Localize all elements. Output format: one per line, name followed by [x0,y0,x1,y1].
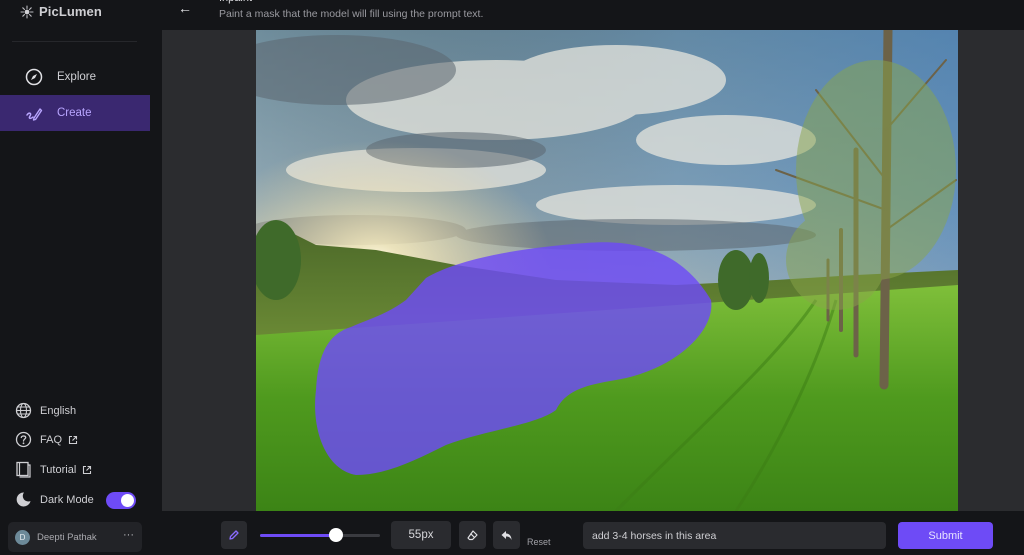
globe-icon [15,402,32,419]
canvas-panel [162,30,1024,511]
inpaint-toolbar: 55px Reset Submit [150,511,1024,555]
back-button[interactable]: ← [178,0,192,16]
user-account[interactable]: D Deepti Pathak ··· [8,522,142,552]
sidebar-divider [12,41,137,42]
sidebar: PicLumen Explore Create English FAQ Tuto… [0,0,150,555]
moon-icon [16,492,31,507]
user-name: Deepti Pathak [37,531,97,543]
language-selector[interactable]: English [15,402,76,419]
dark-mode-row: Dark Mode [15,491,94,508]
sidebar-item-create[interactable]: Create [0,95,150,131]
page-subtitle: Paint a mask that the model will fill us… [219,8,484,20]
undo-button[interactable] [493,521,520,549]
eraser-icon [467,529,478,540]
brand-logo[interactable]: PicLumen [20,4,102,19]
avatar: D [15,529,30,545]
logo-sunburst-icon [20,4,34,19]
sidebar-item-explore[interactable]: Explore [0,59,150,95]
undo-arrow-icon [501,530,512,540]
external-link-icon [83,465,92,474]
question-circle-icon [15,431,32,448]
language-label: English [40,404,77,417]
dark-mode-toggle[interactable] [106,492,136,509]
faq-label: FAQ [40,433,63,446]
slider-fill [260,534,336,537]
app-root: PicLumen Explore Create English FAQ Tuto… [0,0,1024,555]
sidebar-item-label: Explore [57,71,96,83]
eraser-button[interactable] [459,521,486,549]
scene-image [256,30,958,511]
dark-mode-label: Dark Mode [40,493,94,506]
toggle-knob [121,494,134,507]
create-brush-icon [26,108,43,121]
reset-button[interactable]: Reset [527,537,551,547]
inpaint-canvas[interactable] [256,30,958,511]
submit-button[interactable]: Submit [898,522,993,549]
brush-size-value: 55px [391,521,451,549]
external-link-icon [68,435,78,444]
brush-tool-button[interactable] [221,521,247,549]
compass-icon [25,68,43,86]
faq-link[interactable]: FAQ [15,431,78,448]
brand-name: PicLumen [39,4,102,19]
tutorial-link[interactable]: Tutorial [15,461,92,478]
slider-thumb[interactable] [328,528,343,542]
brush-size-slider[interactable] [260,528,380,542]
book-icon [16,461,31,478]
more-options-button[interactable]: ··· [123,529,134,541]
page-title: Inpaint [219,0,252,4]
tutorial-label: Tutorial [40,463,77,476]
prompt-input[interactable] [583,522,886,549]
pencil-icon [229,530,239,540]
sidebar-item-label: Create [57,107,92,119]
